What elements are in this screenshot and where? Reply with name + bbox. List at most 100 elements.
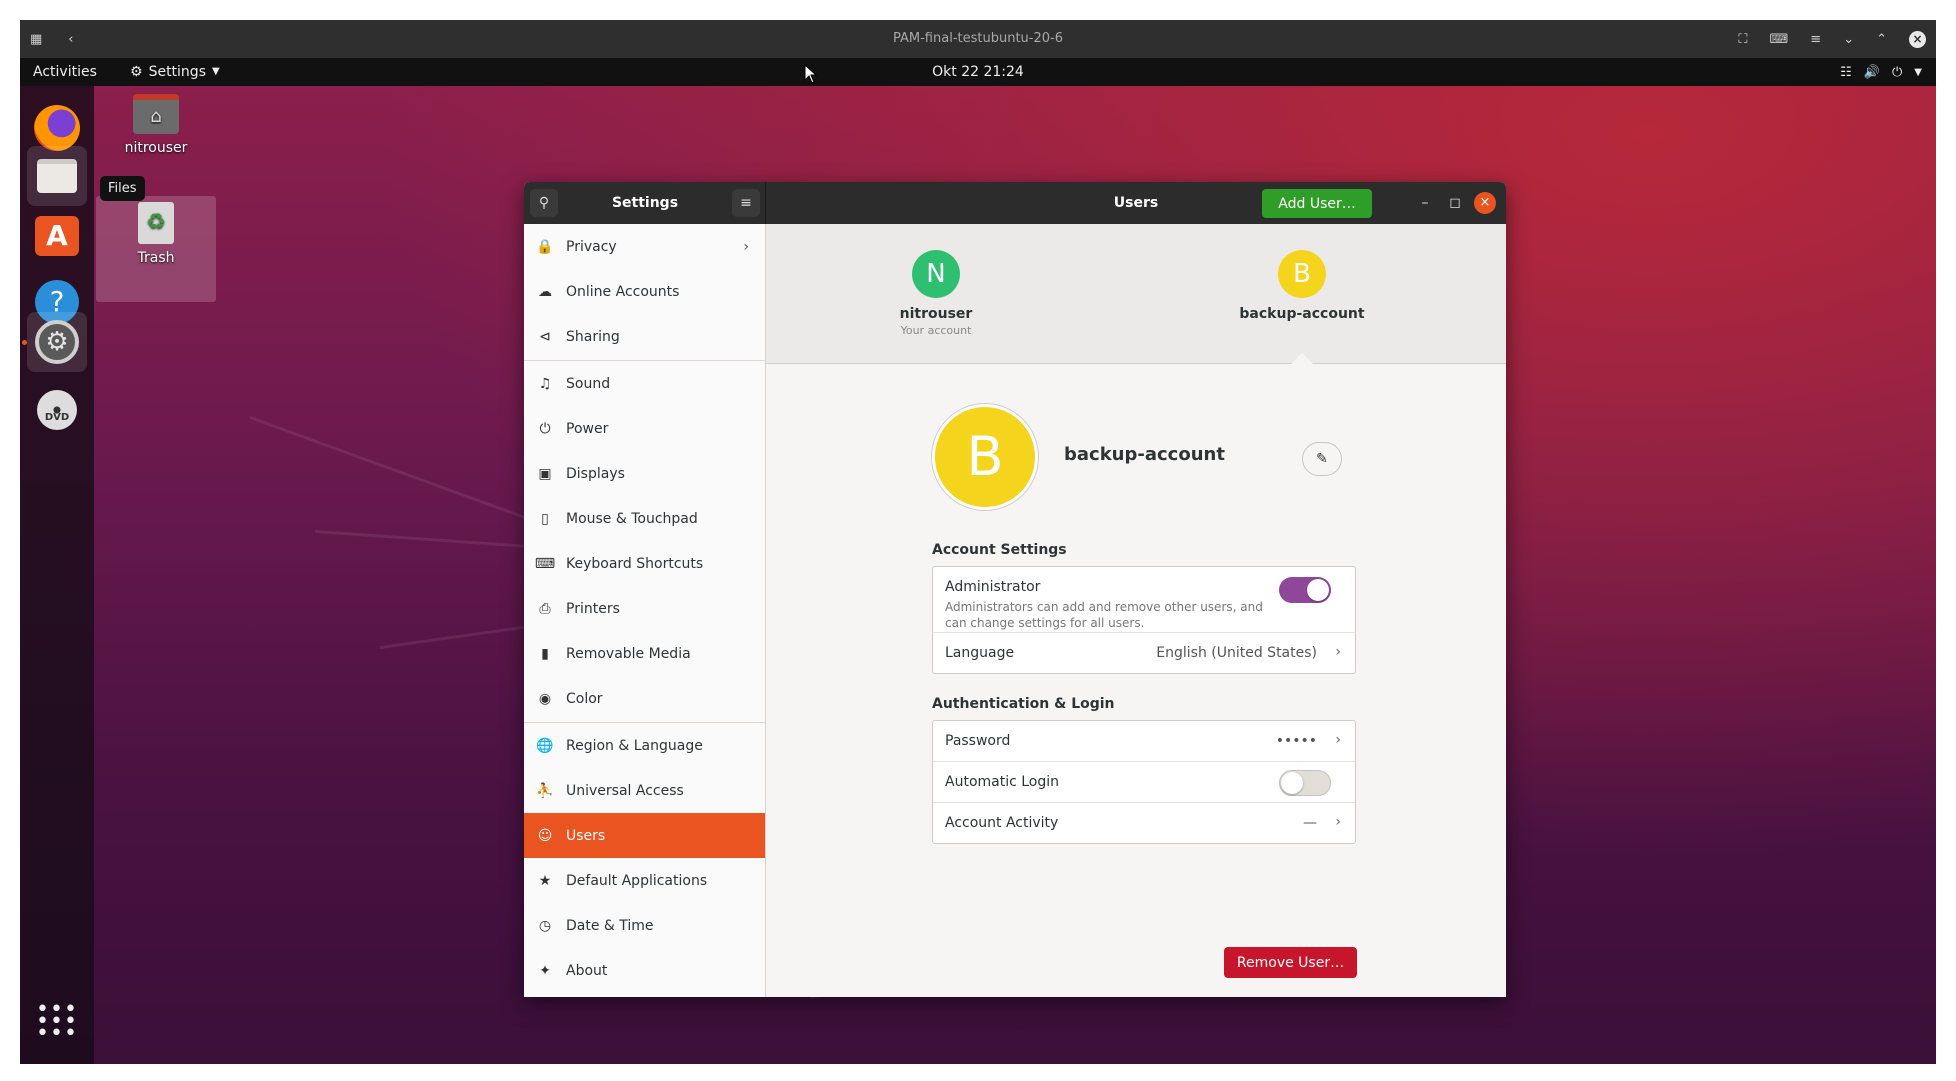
authentication-card: Password ••••• › Automatic Login Account… bbox=[932, 720, 1356, 844]
usb-icon: ▮ bbox=[541, 645, 549, 662]
authentication-heading: Authentication & Login bbox=[932, 696, 1115, 712]
hamburger-icon[interactable]: ≡ bbox=[1810, 32, 1821, 47]
dvd-icon: DVD bbox=[37, 390, 77, 430]
automatic-login-toggle[interactable] bbox=[1279, 770, 1331, 796]
sidebar-item-label: Keyboard Shortcuts bbox=[566, 555, 704, 572]
primary-menu-button[interactable]: ≡ bbox=[732, 189, 760, 217]
system-tray[interactable]: ☷ 🔊 ⏻ ▼ bbox=[1840, 58, 1922, 86]
chevron-down-icon[interactable]: ⌄ bbox=[1843, 32, 1854, 47]
user-tile-backup-account[interactable]: B backup-account bbox=[1202, 250, 1402, 322]
sidebar-item-online-accounts[interactable]: ☁ Online Accounts bbox=[524, 269, 765, 314]
sidebar-item-default-applications[interactable]: ★ Default Applications bbox=[524, 858, 765, 903]
user-carousel: N nitrouser Your account B backup-accoun… bbox=[766, 224, 1506, 365]
sidebar-item-universal-access[interactable]: ⛹ Universal Access bbox=[524, 768, 765, 813]
desktop-icon-home[interactable]: ⌂ nitrouser bbox=[96, 94, 216, 156]
chevron-up-icon[interactable]: ⌃ bbox=[1876, 32, 1887, 47]
sidebar-item-region-language[interactable]: 🌐 Region & Language bbox=[524, 723, 765, 768]
sidebar-item-sound[interactable]: ♫ Sound bbox=[524, 361, 765, 406]
app-menu-button[interactable]: ⚙ Settings ▼ bbox=[130, 58, 220, 86]
hamburger-icon: ≡ bbox=[740, 195, 752, 211]
dock-tooltip: Files bbox=[100, 176, 145, 201]
dock-software[interactable]: A bbox=[27, 206, 87, 266]
minimize-icon[interactable]: – bbox=[1414, 192, 1436, 214]
avatar: N bbox=[912, 250, 960, 298]
dock-settings[interactable]: ⚙ bbox=[27, 312, 87, 372]
chevron-right-icon: › bbox=[1335, 732, 1341, 748]
sidebar-item-label: Users bbox=[566, 827, 606, 844]
trash-icon: ♻ bbox=[138, 202, 174, 244]
power-icon: ⏻ bbox=[539, 420, 551, 437]
user-avatar-large[interactable]: B bbox=[932, 404, 1038, 510]
display-icon: ▣ bbox=[538, 465, 552, 482]
keyboard-icon[interactable]: ⌨ bbox=[1770, 32, 1789, 47]
about-icon: ✦ bbox=[539, 962, 551, 979]
language-value: English (United States) bbox=[1156, 645, 1317, 661]
sidebar-item-label: Default Applications bbox=[566, 872, 708, 889]
maximize-icon[interactable]: ◻ bbox=[1444, 192, 1466, 214]
dock: A ? ⚙ DVD ••• ••• ••• bbox=[20, 86, 94, 1064]
music-note-icon: ♫ bbox=[538, 375, 552, 392]
password-value: ••••• bbox=[1275, 733, 1317, 749]
dock-dvd[interactable]: DVD bbox=[27, 380, 87, 440]
sidebar-item-users[interactable]: ☺ Users bbox=[524, 813, 765, 858]
sidebar-item-removable-media[interactable]: ▮ Removable Media bbox=[524, 631, 765, 676]
settings-icon: ⚙ bbox=[35, 320, 79, 364]
user-tile-name: backup-account bbox=[1239, 306, 1365, 322]
app-grid-icon: ••• ••• ••• bbox=[36, 997, 78, 1046]
sidebar-item-about[interactable]: ✦ About bbox=[524, 948, 765, 993]
avatar: B bbox=[1278, 250, 1326, 298]
globe-icon: 🌐 bbox=[536, 737, 554, 754]
network-icon: ☷ bbox=[1840, 64, 1852, 80]
power-icon: ⏻ bbox=[1892, 64, 1903, 80]
app-menu-label: Settings bbox=[148, 64, 206, 80]
dock-files[interactable] bbox=[27, 146, 87, 206]
account-activity-row[interactable]: Account Activity — › bbox=[933, 803, 1355, 844]
vm-close-icon[interactable]: × bbox=[1909, 30, 1926, 48]
user-full-name: backup-account bbox=[1064, 444, 1225, 465]
dock-app-grid[interactable]: ••• ••• ••• bbox=[27, 992, 87, 1052]
sidebar-item-power[interactable]: ⏻ Power bbox=[524, 406, 765, 451]
sidebar-item-privacy[interactable]: 🔒 Privacy › bbox=[524, 224, 765, 269]
desktop-icon-trash[interactable]: ♻ Trash bbox=[96, 202, 216, 266]
sidebar-item-label: Sound bbox=[566, 375, 611, 392]
accessibility-icon: ⛹ bbox=[536, 782, 554, 799]
running-indicator bbox=[22, 340, 27, 345]
desktop-icon-label: nitrouser bbox=[124, 140, 188, 156]
firefox-icon bbox=[34, 105, 80, 151]
sidebar-item-date-time[interactable]: ◷ Date & Time bbox=[524, 903, 765, 948]
language-label: Language bbox=[945, 645, 1015, 661]
edit-name-button[interactable]: ✎ bbox=[1302, 442, 1342, 476]
chevron-right-icon: › bbox=[1335, 644, 1341, 660]
sidebar-item-keyboard-shortcuts[interactable]: ⌨ Keyboard Shortcuts bbox=[524, 541, 765, 586]
sidebar-item-sharing[interactable]: ⊲ Sharing bbox=[524, 314, 765, 359]
sidebar-item-label: Privacy bbox=[566, 238, 617, 255]
clock[interactable]: Okt 22 21:24 bbox=[20, 58, 1936, 86]
language-row[interactable]: Language English (United States) › bbox=[933, 633, 1355, 674]
add-user-button[interactable]: Add User… bbox=[1262, 189, 1372, 218]
sidebar-item-label: Power bbox=[566, 420, 609, 437]
fit-screen-icon[interactable]: ⛶ bbox=[1738, 32, 1747, 47]
account-settings-heading: Account Settings bbox=[932, 542, 1067, 558]
caret-down-icon: ▼ bbox=[1914, 66, 1922, 78]
administrator-description: Administrators can add and remove other … bbox=[945, 600, 1263, 630]
activities-button[interactable]: Activities bbox=[33, 58, 97, 86]
caret-down-icon: ▼ bbox=[211, 66, 220, 77]
users-icon: ☺ bbox=[537, 827, 553, 844]
administrator-row[interactable]: Administrator Administrators can add and… bbox=[933, 567, 1355, 633]
close-icon[interactable]: × bbox=[1474, 192, 1496, 214]
automatic-login-label: Automatic Login bbox=[945, 774, 1060, 790]
account-activity-value: — bbox=[1303, 815, 1317, 831]
cloud-icon: ☁ bbox=[538, 283, 552, 300]
sidebar-item-mouse-touchpad[interactable]: ▯ Mouse & Touchpad bbox=[524, 496, 765, 541]
sidebar-item-label: About bbox=[566, 962, 608, 979]
remove-user-button[interactable]: Remove User… bbox=[1224, 947, 1357, 978]
user-tile-nitrouser[interactable]: N nitrouser Your account bbox=[836, 250, 1036, 337]
password-row[interactable]: Password ••••• › bbox=[933, 721, 1355, 762]
sidebar-item-printers[interactable]: ⎙ Printers bbox=[524, 586, 765, 631]
sidebar-item-color[interactable]: ◉ Color bbox=[524, 676, 765, 721]
automatic-login-row[interactable]: Automatic Login bbox=[933, 762, 1355, 803]
sidebar-item-displays[interactable]: ▣ Displays bbox=[524, 451, 765, 496]
toggle-knob bbox=[1281, 772, 1303, 794]
users-panel: N nitrouser Your account B backup-accoun… bbox=[766, 224, 1506, 997]
administrator-toggle[interactable] bbox=[1279, 577, 1331, 603]
